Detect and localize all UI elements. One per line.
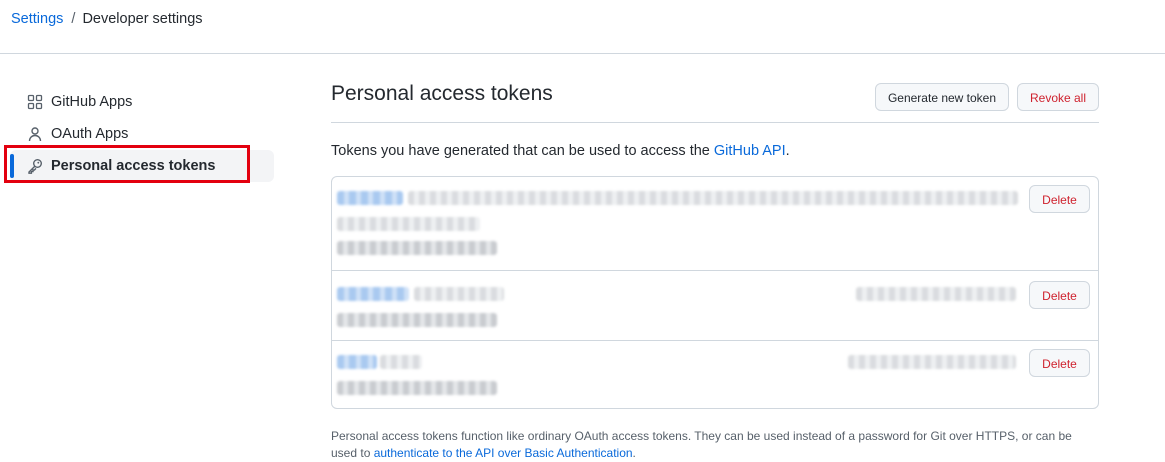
delete-token-button[interactable]: Delete [1029, 281, 1090, 309]
person-icon [27, 126, 43, 142]
tokens-footnote: Personal access tokens function like ord… [331, 428, 1091, 462]
token-scopes-redacted [408, 191, 1018, 205]
token-row: Delete [332, 177, 1098, 270]
footer-end: . [632, 446, 636, 460]
basic-auth-link[interactable]: authenticate to the API over Basic Authe… [374, 446, 633, 460]
sidebar-item-label: GitHub Apps [51, 94, 133, 110]
token-name-redacted [337, 355, 377, 369]
token-last-used-redacted [337, 313, 497, 327]
breadcrumb-separator: / [71, 11, 76, 27]
highlight-box [4, 145, 250, 183]
token-row: Delete [332, 340, 1098, 409]
title-divider [331, 122, 1099, 123]
intro-end: . [785, 143, 790, 159]
token-expiry-redacted [856, 287, 1016, 301]
token-scopes-redacted [337, 217, 480, 231]
breadcrumb: Settings / Developer settings [11, 10, 203, 28]
token-scopes-redacted [414, 287, 504, 301]
token-expiry-redacted [848, 355, 1016, 369]
tokens-intro: Tokens you have generated that can be us… [331, 142, 790, 160]
github-api-link[interactable]: GitHub API [714, 143, 786, 159]
sidebar-item-github-apps[interactable]: GitHub Apps [10, 86, 274, 118]
token-list: Delete Delete Delete [331, 176, 1099, 409]
header-divider [0, 53, 1165, 54]
intro-text: Tokens you have generated that can be us… [331, 143, 714, 159]
token-name-redacted [337, 287, 409, 301]
token-scopes-redacted [380, 355, 422, 369]
apps-grid-icon [27, 94, 43, 110]
breadcrumb-current: Developer settings [82, 11, 203, 27]
token-last-used-redacted [337, 381, 497, 395]
delete-token-button[interactable]: Delete [1029, 185, 1090, 213]
breadcrumb-settings-link[interactable]: Settings [11, 11, 63, 27]
revoke-all-button[interactable]: Revoke all [1017, 83, 1099, 111]
token-last-used-redacted [337, 241, 497, 255]
token-name-redacted [337, 191, 403, 205]
sidebar-item-label: OAuth Apps [51, 126, 129, 142]
page-title: Personal access tokens [331, 82, 553, 105]
token-row: Delete [332, 270, 1098, 341]
delete-token-button[interactable]: Delete [1029, 349, 1090, 377]
generate-new-token-button[interactable]: Generate new token [875, 83, 1009, 111]
